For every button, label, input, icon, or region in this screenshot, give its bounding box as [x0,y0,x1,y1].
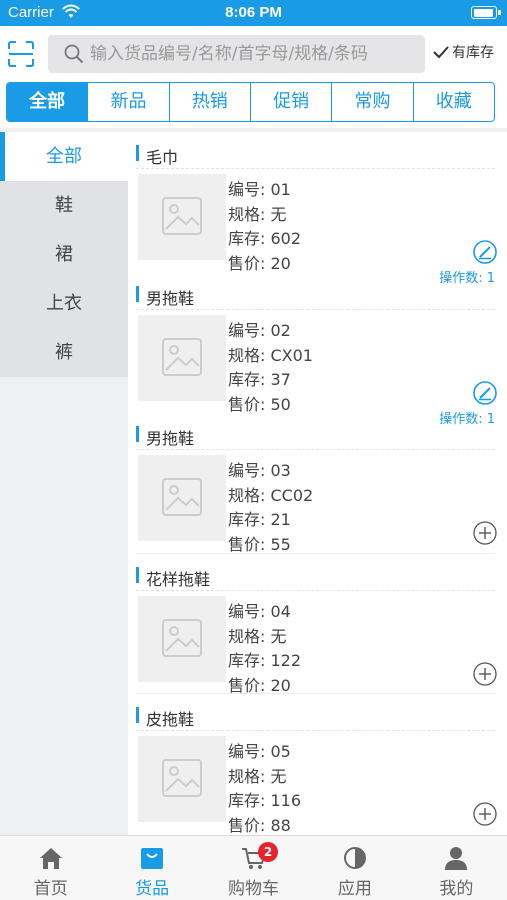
search-row: 有库存 [0,26,507,80]
battery-icon [471,6,501,19]
category-tabs: 全部 新品 热销 促销 常购 收藏 [6,82,495,122]
sidebar-item-shoes[interactable]: 鞋 [0,181,128,230]
sidebar-item-skirts[interactable]: 裙 [0,230,128,279]
product-stock: 116 [270,791,302,810]
product-price: 88 [270,816,291,835]
product-price: 50 [270,394,291,414]
product-code: 03 [270,461,291,480]
cart-badge: 2 [258,842,278,862]
nav-profile[interactable]: 我的 [406,836,507,900]
checkmark-icon [433,46,449,59]
product-item[interactable]: 花样拖鞋 编号: 04 规格: 无 库存: 122 售价: 20 [128,554,507,695]
product-price: 20 [270,675,291,695]
product-stock: 602 [270,229,302,248]
product-item[interactable]: 男拖鞋 编号: 02 规格: CX01 库存: 37 售价: 50 操作数: 1 [128,273,507,427]
edit-circle-icon[interactable] [473,240,497,264]
nav-label: 应用 [337,879,372,899]
image-placeholder-icon [162,759,202,797]
category-sidebar: 全部 鞋 裙 上衣 裤 [0,132,128,377]
image-placeholder-icon [162,337,202,376]
tab-frequent[interactable]: 常购 [332,83,414,121]
product-name: 毛巾 [146,148,179,167]
product-item[interactable]: 男拖鞋 编号: 03 规格: CC02 库存: 21 售价: 55 [128,413,507,554]
bag-icon [141,848,164,869]
scan-icon[interactable] [8,41,34,67]
home-icon [39,848,62,869]
product-image [138,736,226,822]
product-spec: 无 [270,205,287,224]
product-price: 55 [270,535,291,554]
profile-icon [445,847,468,870]
sidebar-item-pants[interactable]: 裤 [0,328,128,377]
search-box[interactable] [48,35,425,73]
product-code: 05 [270,742,291,761]
nav-apps[interactable]: 应用 [304,836,405,900]
in-stock-label: 有库存 [452,45,494,61]
search-input[interactable] [90,35,420,73]
product-code: 04 [270,601,291,621]
bottom-nav: 首页 货品 购物车 应用 我的 [0,835,507,900]
product-image [138,174,226,260]
nav-label: 首页 [33,879,68,899]
product-item[interactable]: 皮拖鞋 编号: 05 规格: 无 库存: 116 售价: 88 [128,694,507,835]
add-circle-icon[interactable] [473,661,497,686]
product-item[interactable]: 毛巾 编号: 01 规格: 无 库存: 602 售价: 20 操作数: 1 [128,132,507,286]
product-stock: 37 [270,369,291,389]
product-name: 皮拖鞋 [146,710,195,729]
product-image [138,595,226,682]
tab-favorites[interactable]: 收藏 [414,83,494,121]
image-placeholder-icon [162,618,202,657]
nav-label: 购物车 [228,879,280,899]
product-name: 男拖鞋 [146,288,195,308]
product-spec: 无 [270,767,287,786]
product-code: 02 [270,320,291,340]
nav-label: 货品 [135,879,170,899]
product-spec: 无 [270,626,287,646]
content-area: 全部 鞋 裙 上衣 裤 毛巾 编号: 01 规格: 无 库存: 602 售价: … [0,128,507,835]
edit-circle-icon[interactable] [473,380,497,405]
tab-promotion[interactable]: 促销 [251,83,333,121]
image-placeholder-icon [162,478,202,516]
product-spec: CX01 [270,345,313,365]
tab-new[interactable]: 新品 [88,83,170,121]
product-spec: CC02 [270,486,314,505]
tab-hot[interactable]: 热销 [170,83,251,121]
status-bar: Carrier 8:06 PM [0,0,507,26]
nav-label: 我的 [439,879,474,899]
clock: 8:06 PM [225,4,282,21]
image-placeholder-icon [162,197,202,235]
in-stock-filter[interactable]: 有库存 [432,42,494,62]
product-code: 01 [270,180,291,199]
sidebar-item-all[interactable]: 全部 [0,132,128,181]
nav-cart[interactable]: 购物车 [203,836,304,900]
apps-icon [343,847,366,869]
product-stock: 122 [270,650,302,670]
product-stock: 21 [270,510,291,529]
product-price: 20 [270,254,291,273]
search-icon [64,44,84,64]
nav-goods[interactable]: 货品 [101,836,202,900]
product-image [138,314,226,401]
add-circle-icon[interactable] [473,521,497,545]
product-name: 男拖鞋 [146,429,195,448]
product-list: 毛巾 编号: 01 规格: 无 库存: 602 售价: 20 操作数: 1 男拖… [128,132,507,835]
sidebar-item-tops[interactable]: 上衣 [0,279,128,328]
tab-all[interactable]: 全部 [7,83,89,121]
product-image [138,455,226,541]
add-circle-icon[interactable] [473,802,497,826]
nav-home[interactable]: 首页 [0,836,101,900]
product-name: 花样拖鞋 [146,569,211,589]
